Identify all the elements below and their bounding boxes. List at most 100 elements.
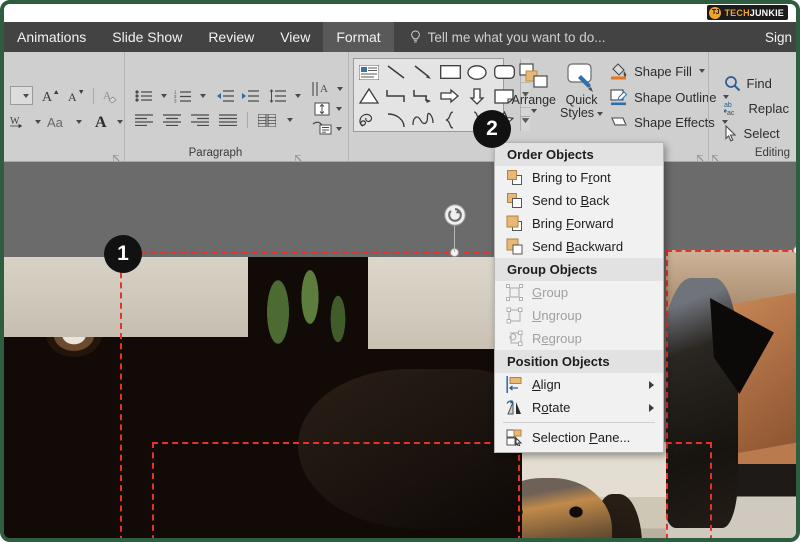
find-label: Find — [746, 76, 772, 91]
slide-canvas[interactable] — [4, 162, 796, 538]
menu-item-bring-forward[interactable]: Bring Forward — [495, 212, 663, 235]
replace-button[interactable]: ab ac Replac — [721, 99, 792, 118]
menu-item-label: Bring Forward — [532, 216, 614, 231]
align-left-icon[interactable] — [135, 114, 153, 126]
ribbon-group-text-tools: A — [306, 52, 348, 161]
tab-view[interactable]: View — [267, 22, 323, 52]
selection-pane-icon — [506, 429, 523, 446]
ribbon-group-paragraph: 123 Paragraph — [124, 52, 306, 162]
lightbulb-icon — [410, 30, 421, 44]
change-case-icon[interactable]: Aa — [47, 114, 69, 130]
align-icon — [506, 376, 523, 393]
paragraph-dialog-launcher[interactable] — [294, 150, 303, 162]
ribbon-tab-bar: Animations Slide Show Review View Format… — [4, 22, 796, 52]
group-icon — [506, 284, 523, 301]
svg-text:ac: ac — [727, 110, 735, 117]
arrange-button[interactable]: Arrange — [511, 58, 557, 114]
shape-fill-icon — [610, 62, 628, 80]
text-direction-icon[interactable]: W — [10, 114, 28, 130]
quick-styles-button[interactable]: Quick Styles — [560, 58, 604, 120]
elbow-arrow-connector-shape[interactable] — [411, 85, 435, 107]
callout-badge-2: 2 — [473, 110, 511, 148]
submenu-arrow-icon — [649, 403, 654, 412]
selection-handle-right-top[interactable] — [793, 246, 796, 255]
shape-outline-icon — [610, 88, 628, 106]
justify-icon[interactable] — [219, 114, 237, 126]
convert-to-smartart-icon[interactable] — [312, 121, 332, 136]
menu-item-selection-pane[interactable]: Selection Pane... — [495, 426, 663, 449]
rotate-icon[interactable] — [444, 204, 466, 226]
select-button[interactable]: Select — [721, 124, 792, 143]
tab-slide-show[interactable]: Slide Show — [99, 22, 195, 52]
line-shape[interactable] — [384, 61, 408, 83]
columns-icon[interactable] — [258, 113, 276, 127]
menu-item-label: Align — [532, 377, 561, 392]
menu-item-label: Group — [532, 285, 569, 300]
title-strip: TJ TECH JUNKIE — [4, 4, 796, 22]
menu-item-label: Selection Pane... — [532, 430, 631, 445]
tab-review[interactable]: Review — [195, 22, 267, 52]
replace-icon: ab ac — [723, 100, 743, 117]
left-brace-shape[interactable] — [438, 109, 462, 131]
replace-label: Replac — [748, 101, 789, 116]
font-size-box[interactable] — [10, 86, 34, 105]
align-right-icon[interactable] — [191, 114, 209, 126]
menu-item-send-to-back[interactable]: Send to Back — [495, 189, 663, 212]
svg-text:A: A — [95, 114, 107, 131]
tab-format[interactable]: Format — [323, 22, 394, 52]
arc-shape[interactable] — [384, 109, 408, 131]
text-direction-vertical-icon[interactable]: A — [311, 81, 333, 97]
svg-text:3: 3 — [174, 99, 177, 104]
svg-text:A: A — [320, 83, 328, 95]
submenu-arrow-icon — [649, 380, 654, 389]
arrow-shape[interactable] — [411, 61, 435, 83]
slide-picture-selected-dog[interactable] — [4, 257, 522, 538]
menu-item-regroup[interactable]: Regroup — [495, 327, 663, 350]
down-arrow-shape[interactable] — [465, 85, 489, 107]
align-center-icon[interactable] — [163, 114, 181, 126]
editing-dialog-launcher[interactable] — [711, 150, 720, 162]
elbow-connector-shape[interactable] — [384, 85, 408, 107]
powerpoint-window: TJ TECH JUNKIE Animations Slide Show Rev… — [0, 0, 800, 542]
rectangle-shape[interactable] — [438, 61, 462, 83]
right-arrow-shape[interactable] — [438, 85, 462, 107]
increase-indent-icon[interactable] — [241, 89, 259, 103]
decrease-font-size-icon[interactable]: A — [67, 87, 85, 105]
menu-item-bring-to-front[interactable]: Bring to Front — [495, 166, 663, 189]
triangle-shape[interactable] — [357, 85, 381, 107]
menu-item-send-backward[interactable]: Send Backward — [495, 235, 663, 258]
rotate-icon — [506, 399, 523, 416]
techjunkie-logo: TJ TECH JUNKIE — [707, 5, 788, 20]
tab-animations[interactable]: Animations — [4, 22, 99, 52]
arrange-icon — [517, 62, 551, 92]
line-spacing-icon[interactable] — [269, 89, 287, 103]
increase-font-size-icon[interactable]: A — [41, 87, 59, 105]
menu-separator — [503, 422, 655, 423]
bullets-icon[interactable] — [135, 89, 153, 103]
rotation-handle-stem — [454, 224, 455, 252]
tell-me-search[interactable]: Tell me what you want to do... — [394, 22, 606, 52]
ribbon-group-editing: Find ab ac Replac Select Editing — [707, 52, 796, 162]
oval-shape[interactable] — [465, 61, 489, 83]
arrange-dropdown-menu[interactable]: Order Objects Bring to Front Send to Bac… — [494, 142, 664, 453]
textbox-shape[interactable] — [357, 61, 381, 83]
menu-item-rotate[interactable]: Rotate — [495, 396, 663, 419]
find-button[interactable]: Find — [721, 74, 792, 93]
sign-in-button[interactable]: Sign — [765, 22, 796, 52]
curve-shape[interactable] — [411, 109, 435, 131]
font-color-icon[interactable]: A — [94, 113, 110, 131]
menu-item-ungroup[interactable]: Ungroup — [495, 304, 663, 327]
align-text-icon[interactable] — [312, 101, 332, 117]
font-dialog-launcher[interactable] — [112, 150, 121, 162]
menu-section-header-position: Position Objects — [495, 350, 663, 373]
slide-picture-right-dog[interactable] — [666, 250, 796, 538]
menu-item-align[interactable]: Align — [495, 373, 663, 396]
clear-formatting-icon[interactable]: A — [102, 87, 120, 105]
scribble-shape[interactable] — [357, 109, 381, 131]
menu-item-group[interactable]: Group — [495, 281, 663, 304]
arrange-button-label: Arrange — [511, 93, 557, 107]
decrease-indent-icon[interactable] — [216, 89, 234, 103]
techjunkie-logo-junkie: JUNKIE — [749, 7, 784, 18]
numbering-icon[interactable]: 123 — [174, 89, 192, 103]
drawing-dialog-launcher[interactable] — [696, 150, 705, 162]
